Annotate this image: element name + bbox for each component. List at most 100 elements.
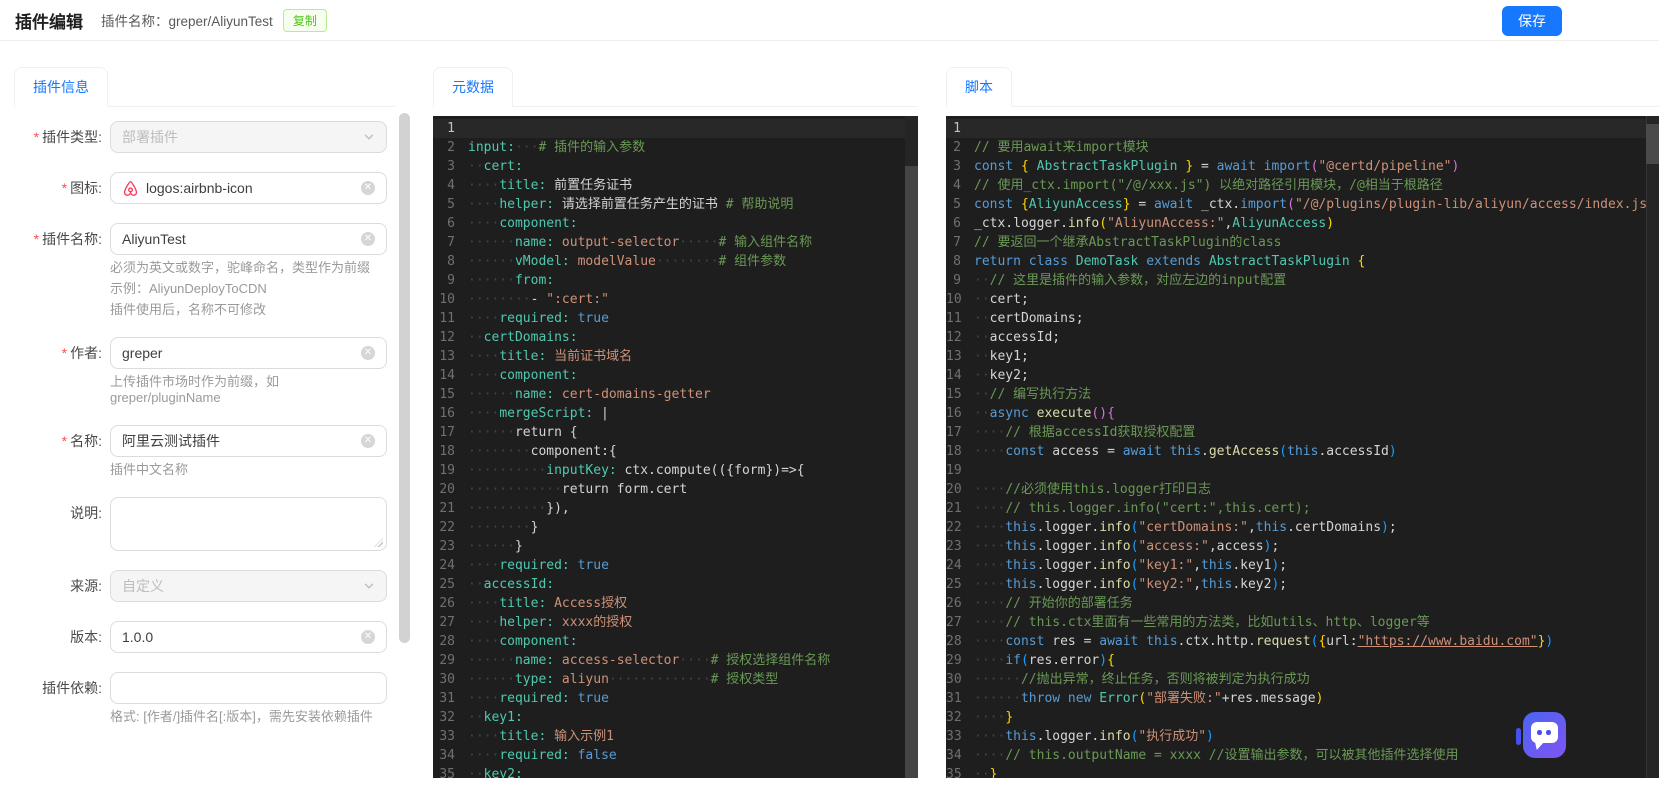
code-line: 10 ········- ":cert:" (433, 290, 918, 309)
dependencies-input[interactable] (122, 680, 375, 696)
code-line: 27 ····// this.ctx里面有一些常用的方法类，比如utils、htt… (946, 615, 1430, 630)
line-number: 19 (439, 463, 455, 478)
code-line: 23 ······} (433, 537, 918, 556)
code-line: 18 ····const access = await this.getAcces… (946, 444, 1397, 459)
clear-icon[interactable]: ✕ (361, 181, 375, 195)
line-number: 21 (439, 501, 455, 516)
line-number: 26 (946, 596, 962, 611)
form-field-title: *名称: ✕ 插件中文名称 (14, 425, 395, 478)
line-number: 26 (439, 596, 455, 611)
author-input[interactable] (122, 345, 355, 361)
copy-button[interactable]: 复制 (282, 8, 327, 32)
clear-icon[interactable]: ✕ (361, 232, 375, 246)
save-button[interactable]: 保存 (1502, 6, 1562, 36)
code-line: 1 (433, 119, 918, 138)
field-label-dependencies: 插件依赖: (42, 680, 102, 696)
code-line: 10 ··cert; (946, 292, 1029, 307)
plugin-type-select[interactable]: 部署插件 (110, 121, 387, 153)
clear-icon[interactable]: ✕ (361, 346, 375, 360)
code-line: 35 ··key2: (433, 765, 918, 778)
code-line: 2// 要用await来import模块 (946, 138, 1659, 157)
line-number: 18 (439, 444, 455, 459)
metadata-code-editor[interactable]: 1 2 input:···# 插件的输入参数 3 ··cert: 4 ····title: … (433, 116, 918, 778)
line-number: 1 (447, 121, 455, 136)
line-number: 19 (946, 463, 962, 478)
source-select[interactable]: 自定义 (110, 570, 387, 602)
code-line: 25 ··accessId: (433, 575, 918, 594)
tab-metadata[interactable]: 元数据 (433, 67, 513, 107)
chat-bot-widget[interactable] (1516, 712, 1566, 758)
line-number: 32 (439, 710, 455, 725)
code-line: 9 ······from: (433, 271, 918, 290)
form-field-source: 来源: 自定义 (14, 570, 395, 602)
required-asterisk: * (33, 231, 40, 247)
line-number: 4 (447, 178, 455, 193)
code-line: 19 ··········inputKey: ctx.compute(({form… (433, 461, 918, 480)
clear-icon[interactable]: ✕ (361, 434, 375, 448)
code-line: 31 ······throw new Error("部署失败:"+res.mess… (946, 691, 1324, 706)
form-field-dependencies: 插件依赖: 格式: [作者/]插件名[:版本]，需先安装依赖插件 (14, 672, 395, 725)
line-number: 34 (946, 748, 962, 763)
field-help-text: 插件使用后，名称不可修改 (110, 302, 267, 317)
tab-script[interactable]: 脚本 (946, 67, 1012, 107)
line-number: 11 (946, 311, 962, 326)
line-number: 33 (439, 729, 455, 744)
script-code-editor[interactable]: 1 2// 要用await来import模块 3 const { AbstractTa… (946, 116, 1659, 778)
line-number: 25 (946, 577, 962, 592)
chevron-down-icon (363, 580, 375, 592)
line-number: 35 (946, 767, 962, 778)
code-line: 30 ······type: aliyun·············# 授权类型 (433, 670, 918, 689)
code-line: 35 ··} (946, 765, 1659, 778)
header: 插件编辑 插件名称：greper/AliyunTest 复制 (0, 0, 1659, 41)
line-number: 22 (439, 520, 455, 535)
field-help-text: 必须为英文或数字，驼峰命名，类型作为前缀 (110, 260, 371, 275)
field-label-description: 说明: (70, 505, 102, 521)
line-number: 15 (946, 387, 962, 402)
plugin-name-input[interactable] (122, 231, 355, 247)
code-line: 29 ······name: access-selector····# 授权选择组… (433, 651, 918, 670)
line-number: 20 (946, 482, 962, 497)
code-line: 8 return class DemoTask extends AbstractT… (946, 252, 1659, 271)
chat-bot-icon (1531, 722, 1558, 743)
line-number: 18 (946, 444, 962, 459)
code-line: 22 ····this.logger.info("certDomains:",th… (946, 520, 1397, 535)
code-line: 29 ····if(res.error){ (946, 653, 1115, 668)
line-number: 15 (439, 387, 455, 402)
line-number: 6 (447, 216, 455, 231)
editor-scrollbar-thumb[interactable] (905, 166, 918, 778)
code-line: 27 ····helper: xxxx的授权 (433, 613, 918, 632)
title-input[interactable] (122, 433, 355, 449)
editor-scrollbar-thumb[interactable] (1646, 124, 1659, 164)
code-line: 16 ····mergeScript: | (433, 404, 918, 423)
line-number: 13 (946, 349, 962, 364)
code-line: 12 ··certDomains: (433, 328, 918, 347)
icon-input[interactable] (146, 180, 355, 196)
field-help-text: 插件中文名称 (110, 462, 189, 477)
form-field-plugin-name: *插件名称: ✕ 必须为英文或数字，驼峰命名，类型作为前缀示例：AliyunDepl… (14, 223, 395, 318)
author-input-box: ✕ (110, 337, 387, 369)
dependencies-input-box (110, 672, 387, 704)
code-line: 1 (946, 119, 1659, 138)
code-line: 25 ····this.logger.info("key2:",this.key2… (946, 577, 1288, 592)
code-line: 14 ····component: (433, 366, 918, 385)
code-line: 4// 使用_ctx.import("/@/xxx.js") 以绝对路径引用模块… (946, 176, 1659, 195)
description-textarea[interactable] (110, 497, 387, 551)
field-help-text: 格式: [作者/]插件名[:版本]，需先安装依赖插件 (110, 709, 373, 724)
line-number: 28 (439, 634, 455, 649)
left-panel-scrollbar[interactable] (399, 113, 410, 643)
plugin-name-input-box: ✕ (110, 223, 387, 255)
required-asterisk: * (61, 180, 68, 196)
line-number: 27 (439, 615, 455, 630)
tab-plugin-info[interactable]: 插件信息 (14, 67, 108, 107)
line-number: 30 (439, 672, 455, 687)
meta-tabbar: 元数据 (433, 66, 918, 107)
field-help-text: 上传插件市场时作为前缀，如 greper/pluginName (110, 374, 280, 405)
clear-icon[interactable]: ✕ (361, 630, 375, 644)
line-number: 6 (953, 216, 961, 231)
code-line: 5 const {AliyunAccess} = await _ctx.impor… (946, 195, 1659, 214)
line-number: 27 (946, 615, 962, 630)
version-input[interactable] (122, 629, 355, 645)
editor-scrollbar-track (1646, 116, 1659, 778)
line-number: 33 (946, 729, 962, 744)
code-line: 12 ··accessId; (946, 330, 1061, 345)
